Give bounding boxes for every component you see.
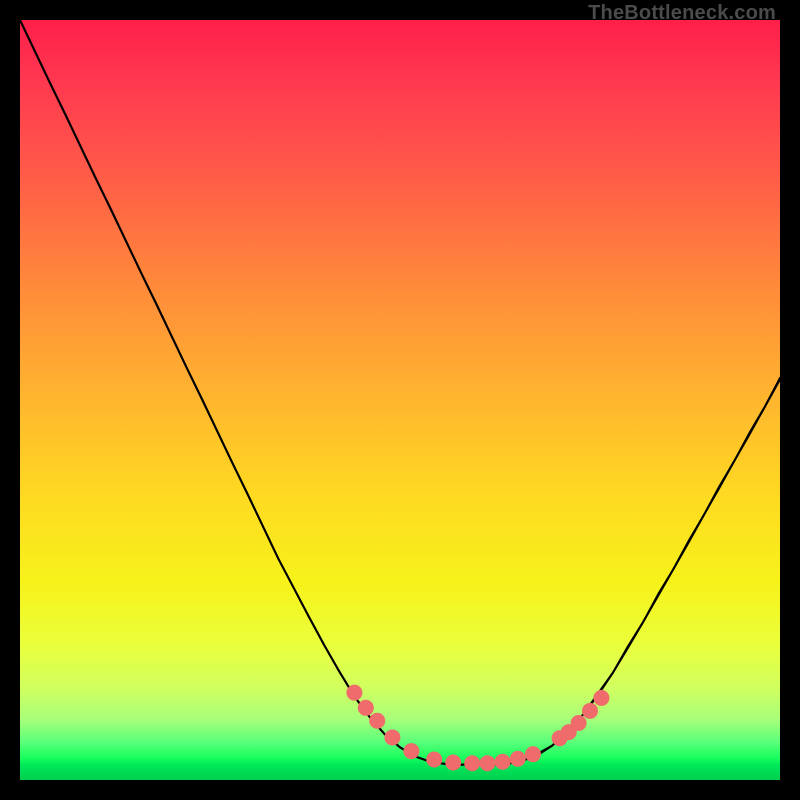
valley-marker xyxy=(358,700,374,716)
valley-marker xyxy=(369,713,385,729)
valley-marker xyxy=(510,751,526,767)
valley-marker xyxy=(346,685,362,701)
chart-frame: TheBottleneck.com xyxy=(0,0,800,800)
plot-area xyxy=(20,20,780,780)
plot-svg xyxy=(20,20,780,780)
valley-marker xyxy=(525,746,541,762)
valley-marker xyxy=(495,754,511,770)
watermark-text: TheBottleneck.com xyxy=(588,2,776,25)
valley-marker xyxy=(426,751,442,767)
valley-marker xyxy=(403,743,419,759)
valley-marker xyxy=(384,729,400,745)
valley-marker xyxy=(464,755,480,771)
valley-marker xyxy=(445,755,461,771)
valley-marker xyxy=(593,690,609,706)
valley-marker xyxy=(571,715,587,731)
bottleneck-curve xyxy=(20,20,780,765)
valley-marker xyxy=(479,755,495,771)
valley-marker xyxy=(582,703,598,719)
bottleneck-curve-jitter xyxy=(20,20,780,765)
